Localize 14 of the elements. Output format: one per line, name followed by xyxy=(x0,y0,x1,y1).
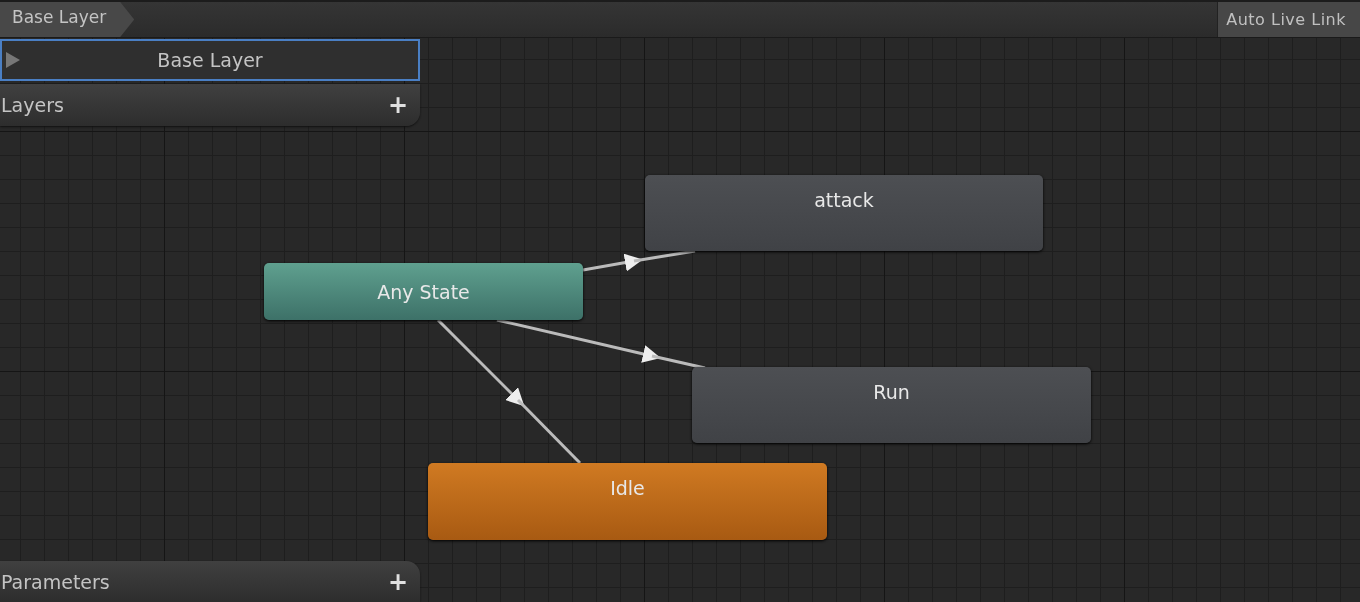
add-button[interactable]: + xyxy=(387,93,420,117)
auto-live-link-button[interactable]: Auto Live Link xyxy=(1217,2,1360,37)
play-triangle-icon xyxy=(6,52,20,68)
transition-arrow[interactable] xyxy=(436,318,582,465)
state-node[interactable]: attack xyxy=(645,175,1043,251)
layers-title: Layers xyxy=(0,94,64,116)
breadcrumb-tab[interactable]: Base Layer xyxy=(0,2,135,37)
transition-arrow[interactable] xyxy=(496,318,706,370)
layer-item[interactable]: Base Layer xyxy=(0,39,420,81)
state-node[interactable]: Run xyxy=(692,367,1091,443)
transition-arrow[interactable] xyxy=(582,249,696,272)
parameters-title: Parameters xyxy=(0,570,110,593)
add-button[interactable]: + xyxy=(387,569,420,594)
layer-name: Base Layer xyxy=(157,49,263,71)
